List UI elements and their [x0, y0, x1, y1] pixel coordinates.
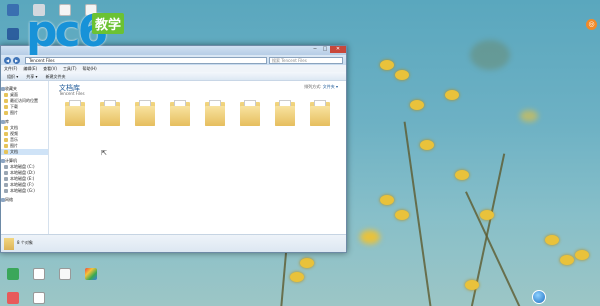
- app-icon: [7, 292, 19, 304]
- arrange-label: 排列方式:: [304, 84, 322, 89]
- nav-label: 下载: [10, 104, 18, 109]
- maximize-button[interactable]: □: [320, 46, 330, 53]
- new-folder-button[interactable]: 新建文件夹: [46, 72, 66, 80]
- address-field[interactable]: Tencent Files: [25, 56, 267, 64]
- desktop-icon: [4, 93, 8, 97]
- network-icon: [1, 198, 5, 202]
- folder-item[interactable]: [63, 100, 89, 128]
- forward-button[interactable]: ▶: [13, 56, 20, 64]
- document-icon: [33, 268, 45, 280]
- menu-edit[interactable]: 编辑(E): [23, 65, 37, 72]
- folder-item[interactable]: [203, 100, 229, 128]
- menu-view[interactable]: 查看(V): [43, 65, 57, 72]
- network-icon: [7, 28, 19, 40]
- menu-file[interactable]: 文件(F): [4, 65, 17, 72]
- back-button[interactable]: ◀: [4, 56, 11, 64]
- desktop-icon[interactable]: [30, 268, 48, 281]
- arrange-dropdown[interactable]: 文件夹 ▾: [323, 84, 338, 89]
- nav-label: 库: [5, 119, 9, 124]
- floating-tool-button[interactable]: ◎: [586, 19, 597, 30]
- nav-label: 图片: [10, 110, 18, 115]
- nav-label: 本地磁盘 (E:): [10, 176, 35, 181]
- folder-item[interactable]: [308, 100, 334, 128]
- nav-label: 文档: [10, 125, 18, 130]
- music-icon: [4, 138, 8, 142]
- folder-item[interactable]: [98, 100, 124, 128]
- nav-label: 图片: [10, 143, 18, 148]
- folder-item[interactable]: [238, 100, 264, 128]
- command-bar: 组织 ▾ 共享 ▾ 新建文件夹: [1, 72, 346, 81]
- folder-item[interactable]: [133, 100, 159, 128]
- explorer-window[interactable]: ─ □ ✕ ◀ ▶ Tencent Files 搜索 Tencent Files…: [0, 45, 347, 253]
- drive-icon: [4, 183, 8, 187]
- badge-text: 教学: [92, 13, 125, 34]
- floating-ball-icon[interactable]: [532, 290, 546, 304]
- nav-item-documents[interactable]: 文档: [1, 149, 48, 155]
- status-bar: 8 个对象: [1, 234, 346, 252]
- nav-label: 本地磁盘 (F:): [10, 182, 34, 187]
- nav-label: 视频: [10, 131, 18, 136]
- desktop-icon[interactable]: [4, 292, 22, 304]
- mouse-cursor-icon: ⇱: [101, 149, 107, 157]
- organize-button[interactable]: 组织 ▾: [7, 72, 18, 80]
- arrange-by[interactable]: 排列方式: 文件夹 ▾: [304, 84, 338, 90]
- library-icon: [1, 120, 5, 124]
- navigation-pane[interactable]: 收藏夹 桌面 最近访问的位置 下载 图片 库 文档 视频 音乐 图片 文档 计算…: [1, 81, 49, 234]
- menu-tools[interactable]: 工具(T): [63, 65, 77, 72]
- nav-label: 网络: [5, 197, 13, 202]
- minimize-button[interactable]: ─: [310, 46, 320, 53]
- drive-icon: [4, 189, 8, 193]
- desktop-icon[interactable]: [4, 28, 22, 41]
- nav-label: 收藏夹: [5, 86, 17, 91]
- search-input[interactable]: 搜索 Tencent Files: [269, 56, 343, 64]
- drive-icon: [4, 177, 8, 181]
- nav-label: 桌面: [10, 92, 18, 97]
- app-icon: [7, 268, 19, 280]
- computer-icon: [7, 4, 19, 16]
- picture-icon: [4, 111, 8, 115]
- picture-icon: [4, 144, 8, 148]
- drive-icon: [4, 171, 8, 175]
- app-store-icon: [85, 268, 97, 280]
- close-button[interactable]: ✕: [330, 46, 346, 53]
- nav-label: 本地磁盘 (D:): [10, 170, 35, 175]
- video-icon: [4, 132, 8, 136]
- nav-network[interactable]: 网络: [1, 197, 48, 203]
- nav-label: 本地磁盘 (G:): [10, 188, 35, 193]
- file-list[interactable]: 文档库 Tencent Files 排列方式: 文件夹 ▾ ⇱: [49, 81, 346, 234]
- desktop-icon[interactable]: [30, 292, 48, 304]
- app-icon: [59, 268, 71, 280]
- desktop-icon[interactable]: [4, 4, 22, 17]
- nav-item-pictures[interactable]: 图片: [1, 110, 48, 116]
- folder-icon: [4, 238, 14, 250]
- star-icon: [1, 87, 5, 91]
- computer-icon: [1, 159, 5, 163]
- download-icon: [4, 105, 8, 109]
- recent-icon: [4, 99, 8, 103]
- menu-bar: 文件(F) 编辑(E) 查看(V) 工具(T) 帮助(H): [1, 65, 346, 72]
- status-text: 8 个对象: [17, 240, 33, 245]
- library-subtitle: Tencent Files: [59, 91, 85, 96]
- menu-help[interactable]: 帮助(H): [83, 65, 97, 72]
- share-button[interactable]: 共享 ▾: [26, 72, 37, 80]
- folder-item[interactable]: [168, 100, 194, 128]
- nav-label: 音乐: [10, 137, 18, 142]
- folder-item[interactable]: [273, 100, 299, 128]
- document-icon: [33, 292, 45, 304]
- folder-icon: [4, 150, 8, 154]
- nav-label: 本地磁盘 (C:): [10, 164, 35, 169]
- nav-label: 计算机: [5, 158, 17, 163]
- drive-icon: [4, 165, 8, 169]
- nav-item-drive-g[interactable]: 本地磁盘 (G:): [1, 188, 48, 194]
- desktop-icon[interactable]: [82, 268, 100, 281]
- folder-icon: [4, 126, 8, 130]
- pc6-watermark-logo: pc6 教学: [26, 9, 136, 55]
- desktop-icon[interactable]: [56, 268, 74, 281]
- nav-label: 文档: [10, 149, 18, 154]
- nav-label: 最近访问的位置: [10, 98, 38, 103]
- desktop-icon[interactable]: [4, 268, 22, 281]
